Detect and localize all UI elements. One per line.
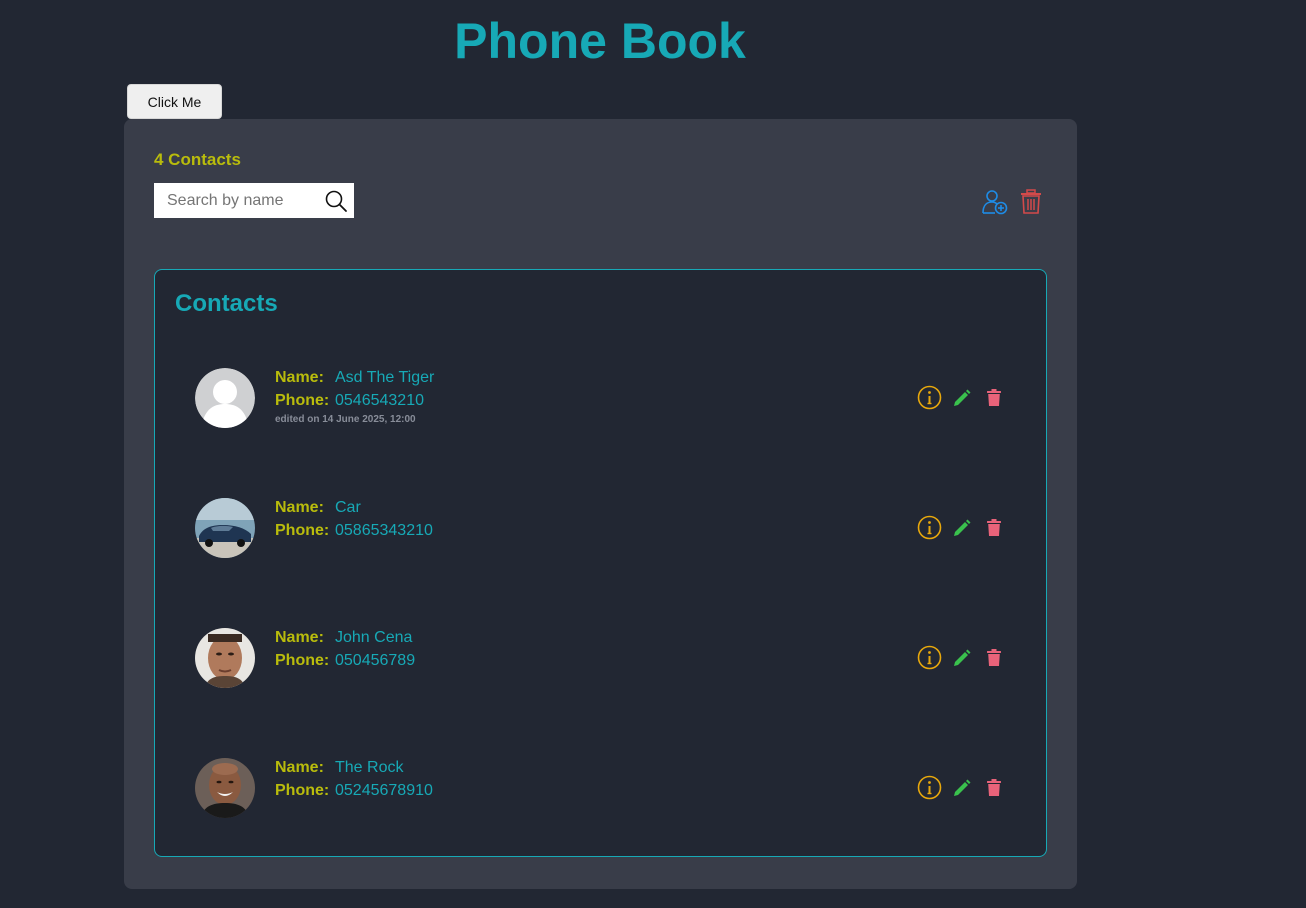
contact-info: Name: John Cena Phone: 050456789 [275, 626, 415, 672]
contact-info: Name: Asd The Tiger Phone: 0546543210 edit… [275, 366, 434, 427]
delete-all-icon[interactable] [1019, 189, 1047, 215]
contact-info: Name: The Rock Phone: 05245678910 [275, 756, 433, 802]
phone-label: Phone: [275, 392, 330, 409]
contact-name: The Rock [335, 759, 404, 776]
contact-actions [917, 775, 1001, 800]
name-label: Name: [275, 369, 324, 386]
phone-label: Phone: [275, 782, 330, 799]
toolbar-actions [981, 189, 1047, 215]
contact-actions [917, 645, 1001, 670]
edit-icon[interactable] [952, 778, 972, 798]
delete-icon[interactable] [987, 389, 1001, 406]
car-photo [195, 498, 255, 558]
contact-row: Name: Car Phone: 05865343210 [155, 498, 1046, 568]
contacts-list: Contacts Name: Asd The Tiger Phone: 054654… [154, 269, 1047, 857]
name-label: Name: [275, 499, 324, 516]
delete-icon[interactable] [987, 519, 1001, 536]
info-icon[interactable] [917, 645, 942, 670]
search-icon[interactable] [324, 189, 348, 213]
info-icon[interactable] [917, 515, 942, 540]
contact-phone: 05865343210 [335, 522, 433, 539]
edited-timestamp: edited on 14 June 2025, 12:00 [275, 414, 416, 425]
delete-icon[interactable] [987, 779, 1001, 796]
contact-phone: 050456789 [335, 652, 416, 669]
person-photo [195, 628, 255, 688]
contacts-heading: Contacts [175, 290, 278, 317]
phonebook-panel: 4 Contacts Search by name Contacts Name:… [124, 119, 1077, 889]
contact-name: John Cena [335, 629, 413, 646]
contact-row: Name: John Cena Phone: 050456789 [155, 628, 1046, 698]
contacts-count: 4 Contacts [154, 150, 241, 169]
person-photo [195, 758, 255, 818]
contact-name: Car [335, 499, 361, 516]
contact-actions [917, 515, 1001, 540]
contact-row: Name: The Rock Phone: 05245678910 [155, 758, 1046, 828]
search-box [154, 183, 354, 218]
page-title: Phone Book [454, 13, 746, 69]
info-icon[interactable] [917, 385, 942, 410]
contact-name: Asd The Tiger [335, 369, 435, 386]
edit-icon[interactable] [952, 388, 972, 408]
add-contact-icon[interactable] [981, 189, 1009, 215]
name-label: Name: [275, 629, 324, 646]
delete-icon[interactable] [987, 649, 1001, 666]
edit-icon[interactable] [952, 648, 972, 668]
search-input[interactable] [154, 183, 314, 218]
contact-row: Name: Asd The Tiger Phone: 0546543210 edit… [155, 368, 1046, 438]
contact-actions [917, 385, 1001, 410]
phone-label: Phone: [275, 652, 330, 669]
default-avatar [195, 368, 255, 428]
contact-phone: 0546543210 [335, 392, 424, 409]
phone-label: Phone: [275, 522, 330, 539]
click-me-button[interactable]: Click Me [127, 84, 222, 119]
contact-phone: 05245678910 [335, 782, 433, 799]
contact-info: Name: Car Phone: 05865343210 [275, 496, 433, 542]
edit-icon[interactable] [952, 518, 972, 538]
name-label: Name: [275, 759, 324, 776]
info-icon[interactable] [917, 775, 942, 800]
